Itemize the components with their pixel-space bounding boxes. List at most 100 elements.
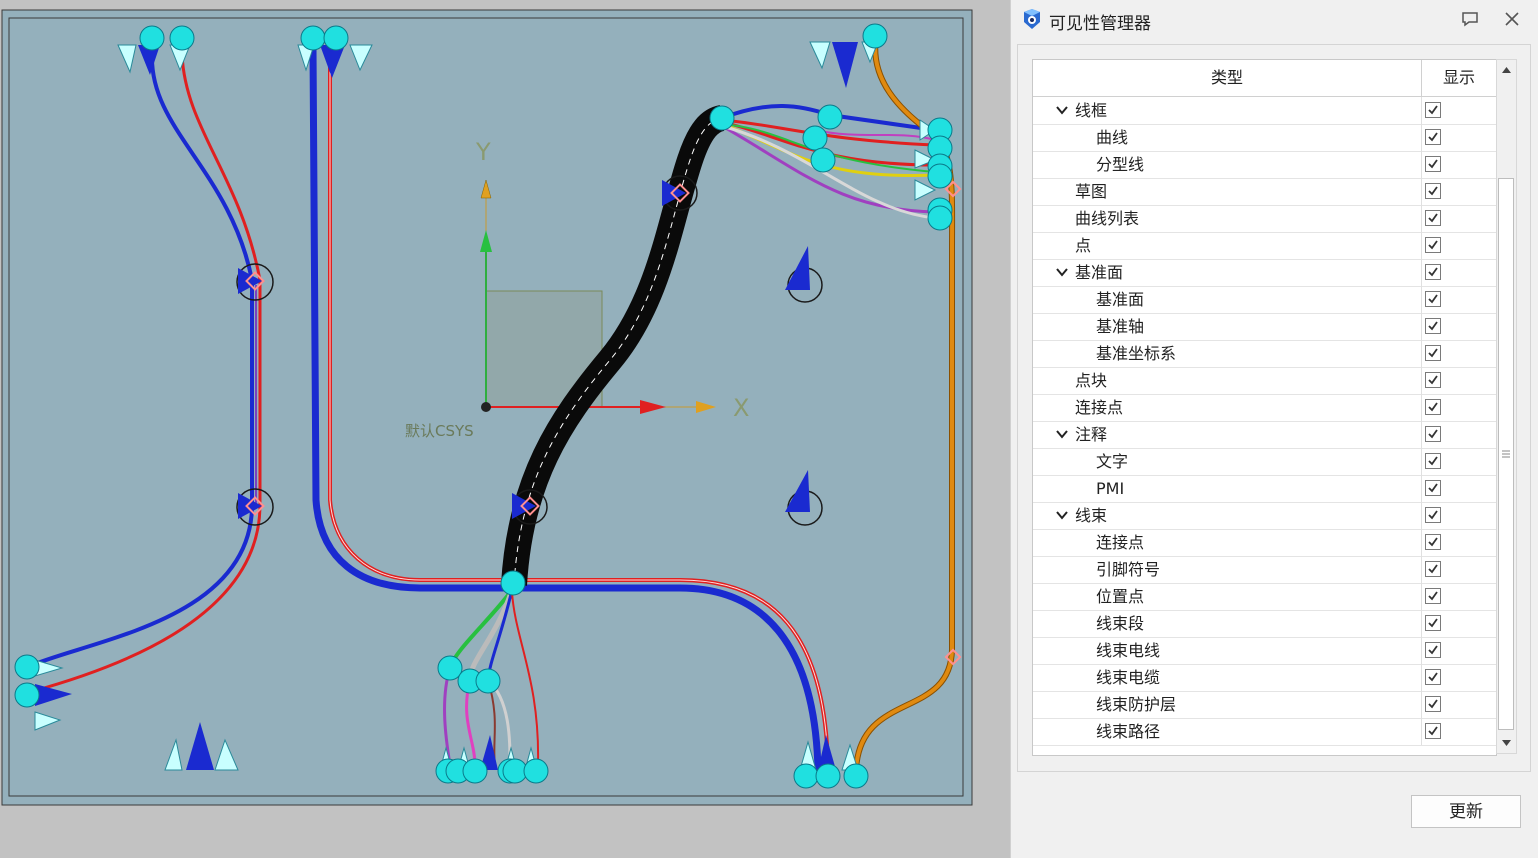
tree-scrollbar[interactable] bbox=[1496, 59, 1517, 754]
graphics-viewport[interactable]: Y X 默认CSYS bbox=[0, 0, 1010, 858]
show-checkbox[interactable] bbox=[1425, 210, 1441, 226]
tree-row-label: 基准坐标系 bbox=[1096, 344, 1177, 363]
tree-row[interactable]: 连接点 bbox=[1033, 394, 1496, 422]
check-icon bbox=[1428, 402, 1438, 412]
tree-row-label: 线束 bbox=[1075, 506, 1108, 525]
tree-row-label: 基准轴 bbox=[1096, 317, 1145, 336]
column-type[interactable]: 类型 bbox=[1033, 60, 1422, 96]
update-button[interactable]: 更新 bbox=[1411, 795, 1521, 828]
check-icon bbox=[1428, 132, 1438, 142]
visibility-manager-icon bbox=[1024, 9, 1040, 29]
tree-row[interactable]: 点 bbox=[1033, 232, 1496, 260]
check-icon bbox=[1428, 321, 1438, 331]
tree-row-label: 线束段 bbox=[1096, 614, 1145, 633]
scroll-up-icon[interactable] bbox=[1497, 60, 1516, 80]
visibility-manager-panel: 可见性管理器 类型 显示 线框 曲线 分型线 草图 曲线列表点基准面 基准面 基准轴 基准坐标… bbox=[1010, 0, 1538, 858]
show-checkbox[interactable] bbox=[1425, 372, 1441, 388]
show-checkbox[interactable] bbox=[1425, 696, 1441, 712]
comment-icon[interactable] bbox=[1459, 8, 1481, 30]
show-checkbox[interactable] bbox=[1425, 237, 1441, 253]
show-checkbox[interactable] bbox=[1425, 102, 1441, 118]
tree-row[interactable]: 基准面 bbox=[1033, 286, 1496, 314]
tree-header: 类型 显示 bbox=[1033, 60, 1496, 97]
tree-row[interactable]: 引脚符号 bbox=[1033, 556, 1496, 584]
tree-row[interactable]: PMI bbox=[1033, 475, 1496, 503]
check-icon bbox=[1428, 375, 1438, 385]
tree-row-label: 线束防护层 bbox=[1096, 695, 1177, 714]
chevron-down-icon[interactable] bbox=[1056, 428, 1068, 440]
chevron-down-icon[interactable] bbox=[1056, 509, 1068, 521]
tree-row[interactable]: 基准坐标系 bbox=[1033, 340, 1496, 368]
chevron-down-icon[interactable] bbox=[1056, 104, 1068, 116]
tree-row-label: 草图 bbox=[1075, 182, 1108, 201]
show-checkbox[interactable] bbox=[1425, 345, 1441, 361]
visibility-tree[interactable]: 类型 显示 线框 曲线 分型线 草图 曲线列表点基准面 基准面 基准轴 基准坐标系 点块 连接点注… bbox=[1032, 59, 1497, 756]
tree-row-label: 文字 bbox=[1096, 452, 1129, 471]
close-icon[interactable] bbox=[1501, 8, 1523, 30]
tree-row[interactable]: 线束段 bbox=[1033, 610, 1496, 638]
tree-row[interactable]: 注释 bbox=[1033, 421, 1496, 449]
show-checkbox[interactable] bbox=[1425, 507, 1441, 523]
show-checkbox[interactable] bbox=[1425, 183, 1441, 199]
tree-row[interactable]: 分型线 bbox=[1033, 151, 1496, 179]
show-checkbox[interactable] bbox=[1425, 291, 1441, 307]
tree-row[interactable]: 基准轴 bbox=[1033, 313, 1496, 341]
tree-row[interactable]: 线束防护层 bbox=[1033, 691, 1496, 719]
axis-y-label: Y bbox=[475, 138, 491, 166]
scroll-down-icon[interactable] bbox=[1497, 733, 1516, 753]
check-icon bbox=[1428, 105, 1438, 115]
scroll-thumb[interactable] bbox=[1498, 178, 1514, 730]
tree-row[interactable]: 曲线列表 bbox=[1033, 205, 1496, 233]
show-checkbox[interactable] bbox=[1425, 129, 1441, 145]
show-checkbox[interactable] bbox=[1425, 399, 1441, 415]
tree-row[interactable]: 线束 bbox=[1033, 502, 1496, 530]
axis-x-label: X bbox=[733, 394, 749, 422]
show-checkbox[interactable] bbox=[1425, 426, 1441, 442]
tree-row-label: 曲线列表 bbox=[1075, 209, 1140, 228]
tree-row-label: 引脚符号 bbox=[1096, 560, 1161, 579]
tree-row-label: PMI bbox=[1096, 479, 1125, 498]
show-checkbox[interactable] bbox=[1425, 453, 1441, 469]
show-checkbox[interactable] bbox=[1425, 264, 1441, 280]
tree-row[interactable]: 线束电线 bbox=[1033, 637, 1496, 665]
show-checkbox[interactable] bbox=[1425, 642, 1441, 658]
show-checkbox[interactable] bbox=[1425, 480, 1441, 496]
harness-canvas[interactable]: Y X 默认CSYS bbox=[0, 0, 1010, 858]
show-checkbox[interactable] bbox=[1425, 534, 1441, 550]
check-icon bbox=[1428, 537, 1438, 547]
check-icon bbox=[1428, 483, 1438, 493]
tree-row[interactable]: 线束电缆 bbox=[1033, 664, 1496, 692]
check-icon bbox=[1428, 348, 1438, 358]
tree-row-label: 连接点 bbox=[1075, 398, 1124, 417]
tree-row[interactable]: 曲线 bbox=[1033, 124, 1496, 152]
tree-row-label: 线束电缆 bbox=[1096, 668, 1161, 687]
tree-row[interactable]: 草图 bbox=[1033, 178, 1496, 206]
check-icon bbox=[1428, 294, 1438, 304]
tree-row-label: 位置点 bbox=[1096, 587, 1145, 606]
visibility-tree-frame: 类型 显示 线框 曲线 分型线 草图 曲线列表点基准面 基准面 基准轴 基准坐标系 点块 连接点注… bbox=[1017, 44, 1531, 772]
show-checkbox[interactable] bbox=[1425, 723, 1441, 739]
show-checkbox[interactable] bbox=[1425, 588, 1441, 604]
tree-row[interactable]: 线束路径 bbox=[1033, 718, 1496, 746]
show-checkbox[interactable] bbox=[1425, 669, 1441, 685]
show-checkbox[interactable] bbox=[1425, 615, 1441, 631]
tree-row[interactable]: 点块 bbox=[1033, 367, 1496, 395]
show-checkbox[interactable] bbox=[1425, 318, 1441, 334]
check-icon bbox=[1428, 645, 1438, 655]
tree-row[interactable]: 位置点 bbox=[1033, 583, 1496, 611]
show-checkbox[interactable] bbox=[1425, 156, 1441, 172]
tree-row[interactable]: 连接点 bbox=[1033, 529, 1496, 557]
tree-row-label: 连接点 bbox=[1096, 533, 1145, 552]
column-show[interactable]: 显示 bbox=[1422, 60, 1496, 96]
check-icon bbox=[1428, 726, 1438, 736]
panel-title: 可见性管理器 bbox=[1049, 14, 1151, 34]
show-checkbox[interactable] bbox=[1425, 561, 1441, 577]
tree-row-label: 点块 bbox=[1075, 371, 1108, 390]
tree-row[interactable]: 文字 bbox=[1033, 448, 1496, 476]
check-icon bbox=[1428, 186, 1438, 196]
check-icon bbox=[1428, 672, 1438, 682]
tree-row[interactable]: 基准面 bbox=[1033, 259, 1496, 287]
chevron-down-icon[interactable] bbox=[1056, 266, 1068, 278]
check-icon bbox=[1428, 564, 1438, 574]
tree-row[interactable]: 线框 bbox=[1033, 97, 1496, 125]
